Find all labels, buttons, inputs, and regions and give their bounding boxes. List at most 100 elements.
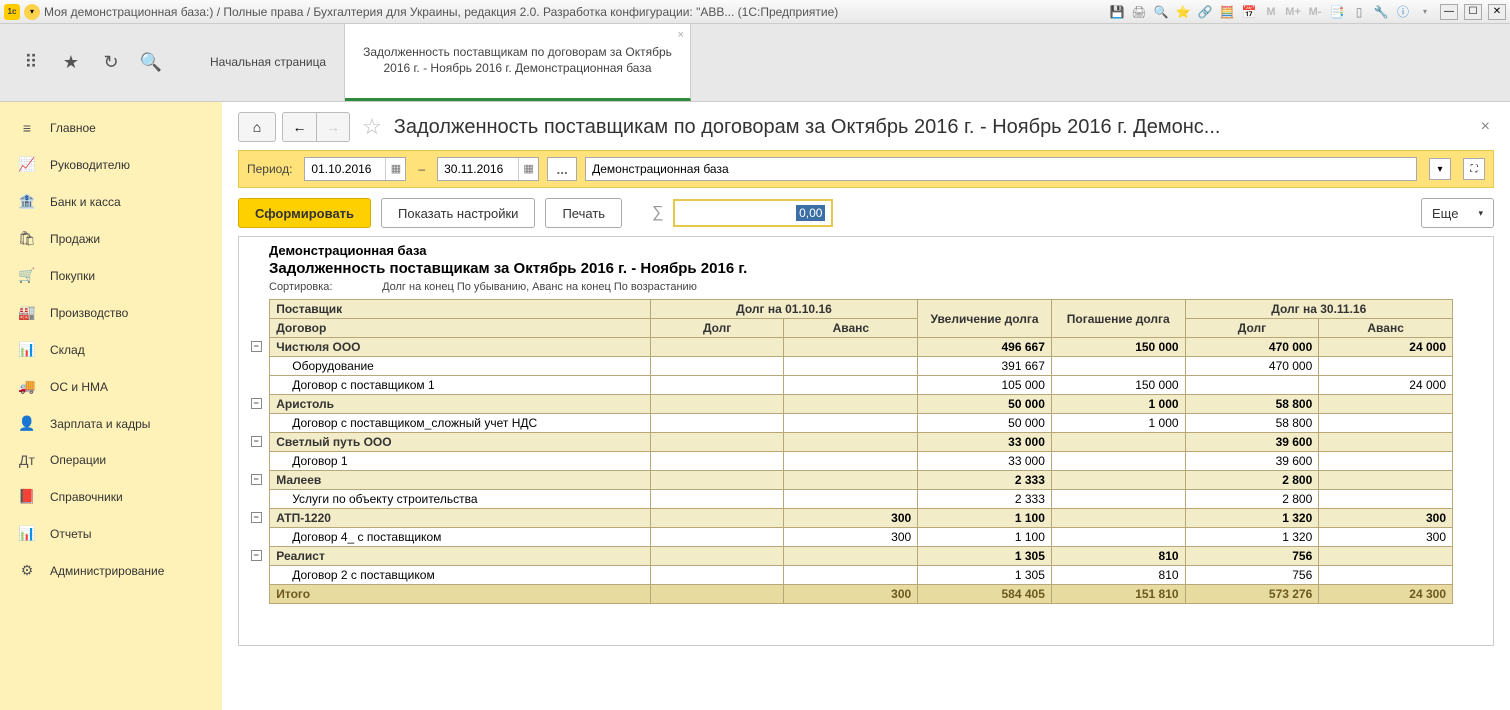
m-plus-icon[interactable]: M+ [1284,3,1302,21]
sidebar-item-3[interactable]: 🛍Продажи [0,220,222,257]
maximize-button[interactable]: ☐ [1464,4,1482,20]
tab-home-label: Начальная страница [210,55,326,71]
sidebar-item-8[interactable]: 👤Зарплата и кадры [0,405,222,442]
report-title: Задолженность поставщикам за Октябрь 201… [243,260,1485,281]
contract-row[interactable]: Договор с поставщиком 1105 000150 00024 … [243,376,1453,395]
forward-button[interactable]: → [316,112,350,142]
apps-icon[interactable]: ⠿ [20,52,42,74]
more-button[interactable]: Еще ▾ [1421,198,1494,228]
collapse-icon[interactable]: − [251,436,262,447]
contract-row[interactable]: Договор 133 00039 600 [243,452,1453,471]
collapse-icon[interactable]: − [251,474,262,485]
total-label: Итого [270,585,651,604]
sidebar-item-12[interactable]: ⚙Администрирование [0,552,222,589]
supplier-row[interactable]: −АТП-12203001 1001 320300 [243,509,1453,528]
favorite-star-icon[interactable]: ☆ [362,114,382,140]
sidebar-item-4[interactable]: 🛒 Покупки [0,257,222,294]
org-input[interactable] [586,158,1416,180]
supplier-name: Малеев [270,471,651,490]
info-icon[interactable]: ⓘ [1394,3,1412,21]
contract-row[interactable]: Услуги по объекту строительства2 3332 80… [243,490,1453,509]
header-advance2: Аванс [1319,319,1453,338]
sidebar-item-label: Главное [50,121,96,135]
calendar-from-icon[interactable]: ▦ [385,158,405,180]
minimize-button[interactable]: — [1440,4,1458,20]
collapse-icon[interactable]: − [251,398,262,409]
period-from-field[interactable]: ▦ [304,157,406,181]
more-chevron-icon: ▾ [1478,208,1483,219]
panel-icon[interactable]: ▯ [1350,3,1368,21]
search-icon[interactable]: 🔍 [140,52,162,74]
tab-home[interactable]: Начальная страница [192,24,345,101]
info-dropdown-icon[interactable]: ▾ [1416,3,1434,21]
settings-button[interactable]: Показать настройки [381,198,535,228]
period-from-input[interactable] [305,158,385,180]
wrench-icon[interactable]: 🔧 [1372,3,1390,21]
contract-row[interactable]: Договор 4_ с поставщиком3001 1001 320300 [243,528,1453,547]
org-dropdown-icon[interactable]: ▾ [1429,158,1451,180]
history-icon[interactable]: ↻ [100,52,122,74]
org-field[interactable] [585,157,1417,181]
calendar-icon[interactable]: 📅 [1240,3,1258,21]
close-button[interactable]: ✕ [1488,4,1506,20]
supplier-row[interactable]: −Малеев2 3332 800 [243,471,1453,490]
app-logo-icon: 1c [4,4,20,20]
contract-name: Договор с поставщиком_сложный учет НДС [270,414,651,433]
expand-icon[interactable]: ⛶ [1463,158,1485,180]
sidebar-item-label: Покупки [50,269,95,283]
sidebar-item-9[interactable]: ДтОперации [0,442,222,478]
tab-report[interactable]: Задолженность поставщикам по договорам з… [345,24,691,101]
print-button[interactable]: Печать [545,198,622,228]
collapse-icon[interactable]: − [251,512,262,523]
home-button[interactable]: ⌂ [238,112,276,142]
favorite-icon[interactable]: ⭐ [1174,3,1192,21]
period-to-field[interactable]: ▦ [437,157,539,181]
sidebar-icon: ≡ [18,120,36,136]
contract-row[interactable]: Оборудование391 667470 000 [243,357,1453,376]
collapse-icon[interactable]: − [251,341,262,352]
sidebar-item-5[interactable]: 🏭Производство [0,294,222,331]
sidebar-item-10[interactable]: 📕Справочники [0,478,222,515]
contract-row[interactable]: Договор 2 с поставщиком1 305810756 [243,566,1453,585]
sidebar-item-2[interactable]: 🏦Банк и касса [0,183,222,220]
period-label: Период: [247,162,292,176]
contract-row[interactable]: Договор с поставщиком_сложный учет НДС50… [243,414,1453,433]
calendar-to-icon[interactable]: ▦ [518,158,538,180]
m-minus-icon[interactable]: M- [1306,3,1324,21]
header-supplier: Поставщик [270,300,651,319]
sort-label: Сортировка: [269,281,379,293]
save-icon[interactable]: 💾 [1108,3,1126,21]
sidebar-item-0[interactable]: ≡ Главное [0,110,222,146]
sidebar-item-6[interactable]: 📊Склад [0,331,222,368]
supplier-row[interactable]: −Аристоль50 0001 00058 800 [243,395,1453,414]
tab-close-icon[interactable]: × [677,28,683,42]
windows-icon[interactable]: 📑 [1328,3,1346,21]
m-icon[interactable]: M [1262,3,1280,21]
period-to-input[interactable] [438,158,518,180]
preview-icon[interactable]: 🔍 [1152,3,1170,21]
tab-report-label-1: Задолженность поставщикам по договорам з… [363,45,672,61]
sum-field[interactable]: 0,00 [673,199,833,227]
calculator-icon[interactable]: 🧮 [1218,3,1236,21]
sidebar-icon: 👤 [18,415,36,432]
form-button[interactable]: Сформировать [238,198,371,228]
sidebar-item-1[interactable]: 📈Руководителю [0,146,222,183]
sidebar-item-label: Операции [50,453,106,467]
link-icon[interactable]: 🔗 [1196,3,1214,21]
sidebar-item-11[interactable]: 📊Отчеты [0,515,222,552]
collapse-icon[interactable]: − [251,550,262,561]
back-button[interactable]: ← [282,112,316,142]
supplier-row[interactable]: −Реалист1 305810756 [243,547,1453,566]
supplier-row[interactable]: −Чистюля ООО496 667150 000470 00024 000 [243,338,1453,357]
supplier-name: Светлый путь ООО [270,433,651,452]
star-icon[interactable]: ★ [60,52,82,74]
print-icon[interactable]: 🖨 [1130,3,1148,21]
supplier-row[interactable]: −Светлый путь ООО33 00039 600 [243,433,1453,452]
sidebar-icon: 🛒 [18,267,36,284]
app-menu-dropdown-icon[interactable]: ▾ [24,4,40,20]
sidebar-item-7[interactable]: 🚚ОС и НМА [0,368,222,405]
supplier-name: Реалист [270,547,651,566]
tabstrip: ⠿ ★ ↻ 🔍 Начальная страница Задолженность… [0,24,1510,102]
period-picker-button[interactable]: ... [547,157,577,181]
page-close-icon[interactable]: × [1477,118,1494,136]
